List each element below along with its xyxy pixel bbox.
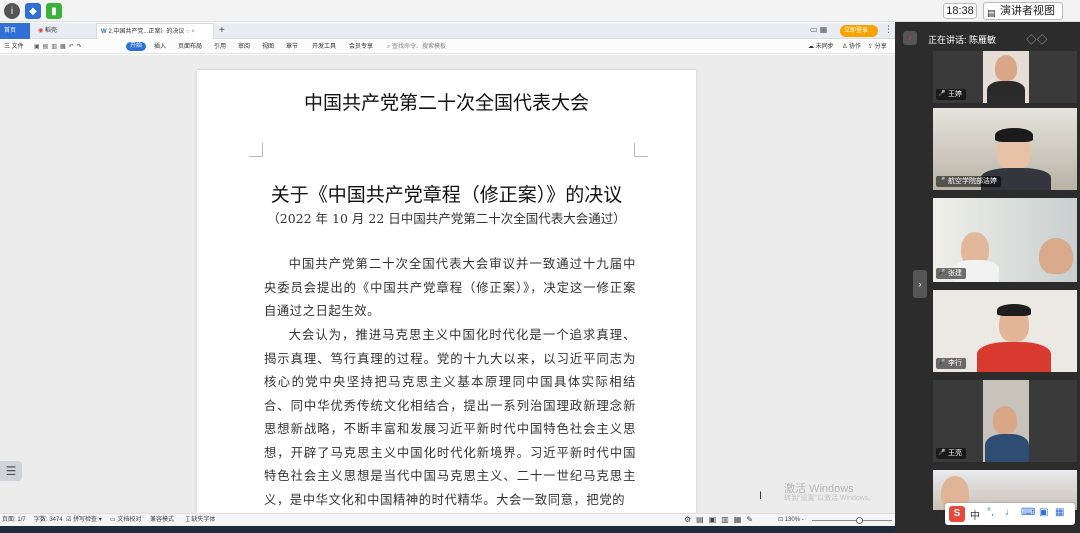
speaking-indicator: 正在讲话: 陈雁敏 [928, 35, 997, 45]
participant-tile[interactable]: 李行 [933, 290, 1077, 372]
ime-toolbar: S 中 °, ♩ ⌨ ▣ ▦ [945, 503, 1075, 525]
participant-body [985, 434, 1029, 462]
wps-tab-bar: 首页 ◉ 稻壳 W 2.中国共产党...正案）的决议 ○ × + ▭ ▦ 立即登… [0, 23, 895, 39]
document-title-line2: 关于《中国共产党章程（修正案）》的决议 [270, 184, 623, 206]
margin-mark-right [634, 143, 648, 157]
add-tab-button[interactable]: + [219, 23, 225, 39]
participant-tile[interactable]: 张建 [933, 198, 1077, 282]
quick-access-icons[interactable]: ▣▤▥▦↶↷ [34, 40, 85, 54]
presenter-view-label: 演讲者视图 [1000, 5, 1055, 17]
menu-view[interactable]: 视图 [262, 40, 274, 54]
participant-tile[interactable]: 王亮 [933, 380, 1077, 462]
window-layout-icon[interactable]: ▭ ▦ [810, 25, 827, 34]
menu-reference[interactable]: 引用 [214, 40, 226, 54]
participant-face [993, 406, 1017, 434]
menu-section[interactable]: 章节 [286, 40, 298, 54]
logo-watermark-icon: ◇◇ [1026, 30, 1048, 46]
status-compat: 兼容模式 [150, 517, 175, 523]
menu-member[interactable]: 会员专享 [349, 40, 373, 54]
participant-face-2 [1039, 238, 1073, 274]
status-words[interactable]: 字数: 3474 [34, 514, 63, 526]
participant-hair [997, 304, 1031, 316]
status-spell-check[interactable]: ☑ 拼写检查 ▾ [66, 514, 102, 526]
status-missing-font[interactable]: T̲ 缺失字体 [186, 514, 215, 526]
participant-name: 张建 [936, 268, 966, 279]
missing-font-label: 缺失字体 [191, 517, 216, 523]
login-button[interactable]: 立即登录 [840, 25, 878, 37]
presenter-view-button[interactable]: ▤ 演讲者视图 ▾ [983, 2, 1063, 32]
command-search-placeholder: 查找命令、搜索模板 [392, 44, 447, 50]
zoom-level: 130% [784, 517, 801, 523]
ime-language[interactable]: 中 [970, 507, 980, 522]
participant-tile[interactable]: 航空学院部洁婷 [933, 108, 1077, 190]
keyboard-icon[interactable]: ⌨ [1021, 507, 1035, 518]
skin-icon[interactable]: ▣ [1039, 507, 1048, 518]
punctuation-icon[interactable]: °, [987, 507, 994, 518]
participant-name: 航空学院部洁婷 [936, 176, 1001, 187]
command-search[interactable]: ⌕ 查找命令、搜索模板 [387, 40, 446, 54]
menu-review[interactable]: 审阅 [238, 40, 250, 54]
more-icon[interactable]: ⋮ [884, 24, 893, 35]
sync-status[interactable]: ☁ 未同步 [808, 40, 834, 54]
document-paragraph-1: 中国共产党第二十次全国代表大会审议并一致通过十九届中央委员会提出的《中国共产党章… [264, 257, 636, 318]
participant-body [987, 81, 1025, 103]
collab-button[interactable]: ♙ 协作 [842, 40, 861, 54]
text-cursor-icon: I [759, 490, 763, 502]
share-button[interactable]: ⇪ 分享 [868, 40, 887, 54]
participant-name: 王亮 [936, 448, 966, 459]
participant-hair [995, 128, 1033, 142]
windows-activation-hint: 转到"设置"以激活 Windows。 [784, 495, 876, 502]
share-label: 分享 [874, 44, 887, 50]
tab-daoke[interactable]: ◉ 稻壳 [34, 23, 90, 39]
view-mode-icons[interactable]: ⚙▤▣▥▦✎ [684, 514, 758, 526]
toc-icon[interactable]: ☰ [0, 461, 22, 481]
sync-label: 未同步 [815, 44, 834, 50]
document-paragraph-2: 大会认为，推进马克思主义中国化时代化是一个追求真理、揭示真理、笃行真理的过程。党… [264, 328, 636, 507]
participant-tile[interactable]: 王婷 [933, 51, 1077, 103]
proof-label: 文档校对 [117, 517, 142, 523]
menu-layout[interactable]: 页面布局 [178, 40, 202, 54]
participant-name: 王婷 [936, 89, 966, 100]
signal-icon[interactable]: ▮ [46, 3, 62, 19]
status-page[interactable]: 页面: 1/7 [2, 514, 26, 526]
document-title-line1: 中国共产党第二十次全国代表大会 [303, 92, 589, 114]
search-icon: ⌕ [387, 44, 391, 50]
status-bar: 页面: 1/7 字数: 3474 ☑ 拼写检查 ▾ ▭ 文档校对 兼容模式 T̲… [0, 513, 902, 526]
margin-mark-left [249, 143, 263, 157]
spell-check-label: 拼写检查 [73, 517, 98, 523]
tab-home[interactable]: 首页 [0, 23, 30, 39]
zoom-control[interactable]: ⊡ 130% - [778, 514, 804, 526]
meeting-clock: 18:38 [943, 3, 977, 19]
collapse-panel-button[interactable]: › [913, 270, 927, 298]
word-doc-icon: W [101, 29, 107, 35]
tab-document[interactable]: W 2.中国共产党...正案）的决议 ○ × [96, 23, 214, 39]
mic-icon: ♪ [903, 31, 917, 45]
tab-document-label: 2.中国共产党...正案）的决议 [108, 29, 185, 35]
tab-daoke-label: 稻壳 [44, 28, 57, 34]
document-subtitle: （2022 年 10 月 22 日中国共产党第二十次全国代表大会通过） [267, 211, 626, 226]
info-icon[interactable]: i [4, 3, 20, 19]
menu-devtools[interactable]: 开发工具 [312, 40, 336, 54]
sogou-icon[interactable]: S [949, 506, 965, 522]
meeting-toolbar: i ◆ ▮ 18:38 ▤ 演讲者视图 ▾ [0, 0, 1080, 32]
status-proof[interactable]: ▭ 文档校对 [110, 514, 141, 526]
menu-insert[interactable]: 插入 [154, 40, 166, 54]
toolbox-icon[interactable]: ▦ [1055, 507, 1064, 518]
close-icon[interactable]: ○ × [186, 29, 195, 35]
zoom-slider-track[interactable] [812, 520, 892, 521]
participant-face [995, 55, 1017, 81]
menu-start[interactable]: 开始 [126, 42, 147, 51]
shield-icon[interactable]: ◆ [25, 3, 41, 19]
zoom-slider-knob[interactable] [856, 517, 863, 524]
menu-file[interactable]: 三 文件 [4, 40, 24, 54]
participant-name: 李行 [936, 358, 966, 369]
participant-body [977, 342, 1051, 372]
presenter-view-icon: ▤ [987, 8, 996, 18]
menu-bar: 三 文件 ▣▤▥▦↶↷ 开始 插入 页面布局 引用 审阅 视图 章节 开发工具 … [0, 40, 895, 54]
collab-label: 协作 [849, 44, 862, 50]
mic-icon[interactable]: ♩ [1005, 507, 1015, 518]
